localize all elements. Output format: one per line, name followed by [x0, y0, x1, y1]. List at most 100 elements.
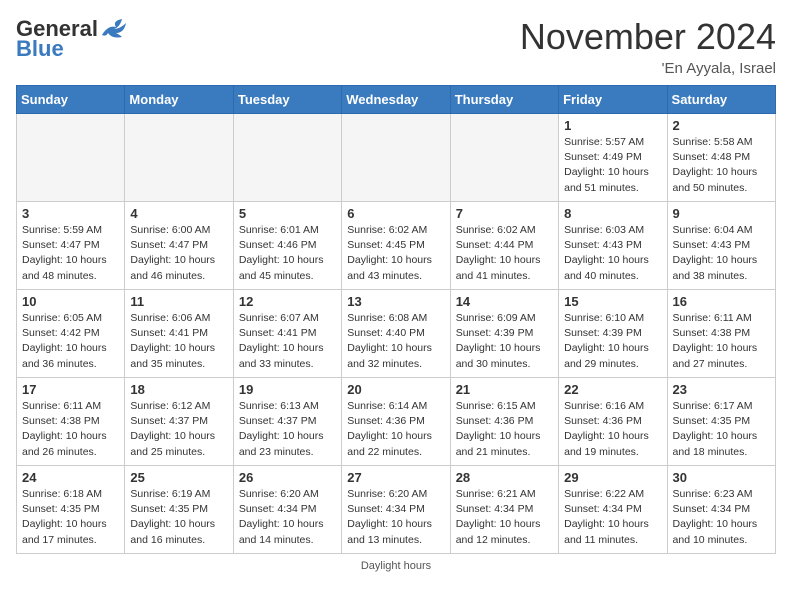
day-info: Sunrise: 6:19 AMSunset: 4:35 PMDaylight:…	[130, 487, 227, 548]
calendar-cell	[125, 114, 233, 202]
day-info: Sunrise: 6:02 AMSunset: 4:45 PMDaylight:…	[347, 223, 444, 284]
day-number: 2	[673, 118, 770, 133]
calendar-cell: 29Sunrise: 6:22 AMSunset: 4:34 PMDayligh…	[559, 466, 667, 554]
day-info: Sunrise: 6:11 AMSunset: 4:38 PMDaylight:…	[673, 311, 770, 372]
day-info: Sunrise: 6:08 AMSunset: 4:40 PMDaylight:…	[347, 311, 444, 372]
day-info: Sunrise: 6:13 AMSunset: 4:37 PMDaylight:…	[239, 399, 336, 460]
day-info: Sunrise: 6:00 AMSunset: 4:47 PMDaylight:…	[130, 223, 227, 284]
day-number: 7	[456, 206, 553, 221]
calendar-cell: 1 Sunrise: 5:57 AMSunset: 4:49 PMDaylight…	[559, 114, 667, 202]
calendar-cell: 16Sunrise: 6:11 AMSunset: 4:38 PMDayligh…	[667, 290, 775, 378]
calendar-cell: 22Sunrise: 6:16 AMSunset: 4:36 PMDayligh…	[559, 378, 667, 466]
day-info: Sunrise: 5:58 AMSunset: 4:48 PMDaylight:…	[673, 135, 770, 196]
page-header: General Blue November 2024 'En Ayyala, I…	[16, 16, 776, 77]
calendar-cell	[342, 114, 450, 202]
calendar-cell: 9 Sunrise: 6:04 AMSunset: 4:43 PMDaylight…	[667, 202, 775, 290]
calendar-cell	[233, 114, 341, 202]
day-info: Sunrise: 6:21 AMSunset: 4:34 PMDaylight:…	[456, 487, 553, 548]
day-info: Sunrise: 6:09 AMSunset: 4:39 PMDaylight:…	[456, 311, 553, 372]
calendar-cell	[450, 114, 558, 202]
day-info: Sunrise: 6:14 AMSunset: 4:36 PMDaylight:…	[347, 399, 444, 460]
calendar-week-row: 10 Sunrise: 6:05 AMSunset: 4:42 PMDayligh…	[17, 290, 776, 378]
day-info: Sunrise: 6:20 AMSunset: 4:34 PMDaylight:…	[239, 487, 336, 548]
day-number: 9	[673, 206, 770, 221]
day-info: Sunrise: 6:01 AMSunset: 4:46 PMDaylight:…	[239, 223, 336, 284]
calendar-cell: 20Sunrise: 6:14 AMSunset: 4:36 PMDayligh…	[342, 378, 450, 466]
calendar-cell: 12 Sunrise: 6:07 AMSunset: 4:41 PMDayligh…	[233, 290, 341, 378]
calendar-cell: 19 Sunrise: 6:13 AMSunset: 4:37 PMDayligh…	[233, 378, 341, 466]
weekday-header-row: SundayMondayTuesdayWednesdayThursdayFrid…	[17, 86, 776, 114]
day-number: 18	[130, 382, 227, 397]
day-info: Sunrise: 6:04 AMSunset: 4:43 PMDaylight:…	[673, 223, 770, 284]
day-number: 25	[130, 470, 227, 485]
day-info: Sunrise: 5:59 AMSunset: 4:47 PMDaylight:…	[22, 223, 119, 284]
weekday-header-wednesday: Wednesday	[342, 86, 450, 114]
calendar-cell: 11Sunrise: 6:06 AMSunset: 4:41 PMDayligh…	[125, 290, 233, 378]
calendar-cell: 8 Sunrise: 6:03 AMSunset: 4:43 PMDaylight…	[559, 202, 667, 290]
daylight-label: Daylight hours	[361, 560, 431, 572]
day-number: 13	[347, 294, 444, 309]
day-info: Sunrise: 6:17 AMSunset: 4:35 PMDaylight:…	[673, 399, 770, 460]
day-number: 10	[22, 294, 119, 309]
day-info: Sunrise: 6:02 AMSunset: 4:44 PMDaylight:…	[456, 223, 553, 284]
day-number: 4	[130, 206, 227, 221]
day-number: 17	[22, 382, 119, 397]
calendar-week-row: 17 Sunrise: 6:11 AMSunset: 4:38 PMDayligh…	[17, 378, 776, 466]
day-info: Sunrise: 6:07 AMSunset: 4:41 PMDaylight:…	[239, 311, 336, 372]
day-info: Sunrise: 6:06 AMSunset: 4:41 PMDaylight:…	[130, 311, 227, 372]
calendar-cell: 3 Sunrise: 5:59 AMSunset: 4:47 PMDaylight…	[17, 202, 125, 290]
calendar-week-row: 1 Sunrise: 5:57 AMSunset: 4:49 PMDaylight…	[17, 114, 776, 202]
day-number: 5	[239, 206, 336, 221]
calendar-cell: 15 Sunrise: 6:10 AMSunset: 4:39 PMDayligh…	[559, 290, 667, 378]
day-info: Sunrise: 6:05 AMSunset: 4:42 PMDaylight:…	[22, 311, 119, 372]
calendar-cell: 6 Sunrise: 6:02 AMSunset: 4:45 PMDaylight…	[342, 202, 450, 290]
calendar-cell: 28 Sunrise: 6:21 AMSunset: 4:34 PMDayligh…	[450, 466, 558, 554]
weekday-header-thursday: Thursday	[450, 86, 558, 114]
weekday-header-saturday: Saturday	[667, 86, 775, 114]
day-number: 8	[564, 206, 661, 221]
calendar-week-row: 24 Sunrise: 6:18 AMSunset: 4:35 PMDayligh…	[17, 466, 776, 554]
day-info: Sunrise: 6:20 AMSunset: 4:34 PMDaylight:…	[347, 487, 444, 548]
day-number: 12	[239, 294, 336, 309]
calendar-cell: 5 Sunrise: 6:01 AMSunset: 4:46 PMDaylight…	[233, 202, 341, 290]
day-info: Sunrise: 5:57 AMSunset: 4:49 PMDaylight:…	[564, 135, 661, 196]
calendar-cell: 24 Sunrise: 6:18 AMSunset: 4:35 PMDayligh…	[17, 466, 125, 554]
day-number: 15	[564, 294, 661, 309]
day-info: Sunrise: 6:18 AMSunset: 4:35 PMDaylight:…	[22, 487, 119, 548]
day-number: 24	[22, 470, 119, 485]
footer-note: Daylight hours	[16, 560, 776, 572]
calendar-cell: 23 Sunrise: 6:17 AMSunset: 4:35 PMDayligh…	[667, 378, 775, 466]
calendar-cell: 10 Sunrise: 6:05 AMSunset: 4:42 PMDayligh…	[17, 290, 125, 378]
day-number: 1	[564, 118, 661, 133]
day-info: Sunrise: 6:03 AMSunset: 4:43 PMDaylight:…	[564, 223, 661, 284]
calendar-cell: 2 Sunrise: 5:58 AMSunset: 4:48 PMDaylight…	[667, 114, 775, 202]
day-info: Sunrise: 6:11 AMSunset: 4:38 PMDaylight:…	[22, 399, 119, 460]
day-number: 28	[456, 470, 553, 485]
calendar-cell: 7 Sunrise: 6:02 AMSunset: 4:44 PMDaylight…	[450, 202, 558, 290]
day-info: Sunrise: 6:12 AMSunset: 4:37 PMDaylight:…	[130, 399, 227, 460]
calendar-cell: 26 Sunrise: 6:20 AMSunset: 4:34 PMDayligh…	[233, 466, 341, 554]
calendar-cell: 21Sunrise: 6:15 AMSunset: 4:36 PMDayligh…	[450, 378, 558, 466]
day-number: 26	[239, 470, 336, 485]
weekday-header-tuesday: Tuesday	[233, 86, 341, 114]
day-number: 3	[22, 206, 119, 221]
day-info: Sunrise: 6:15 AMSunset: 4:36 PMDaylight:…	[456, 399, 553, 460]
calendar-week-row: 3 Sunrise: 5:59 AMSunset: 4:47 PMDaylight…	[17, 202, 776, 290]
day-number: 29	[564, 470, 661, 485]
day-number: 23	[673, 382, 770, 397]
calendar-cell: 25 Sunrise: 6:19 AMSunset: 4:35 PMDayligh…	[125, 466, 233, 554]
day-number: 27	[347, 470, 444, 485]
calendar-cell: 27 Sunrise: 6:20 AMSunset: 4:34 PMDayligh…	[342, 466, 450, 554]
weekday-header-monday: Monday	[125, 86, 233, 114]
calendar-cell: 13 Sunrise: 6:08 AMSunset: 4:40 PMDayligh…	[342, 290, 450, 378]
location: 'En Ayyala, Israel	[520, 60, 776, 77]
day-number: 22	[564, 382, 661, 397]
logo-blue-text: Blue	[16, 36, 64, 62]
day-number: 6	[347, 206, 444, 221]
weekday-header-friday: Friday	[559, 86, 667, 114]
calendar-cell	[17, 114, 125, 202]
month-title: November 2024	[520, 16, 776, 58]
calendar-cell: 4 Sunrise: 6:00 AMSunset: 4:47 PMDaylight…	[125, 202, 233, 290]
day-number: 19	[239, 382, 336, 397]
day-info: Sunrise: 6:10 AMSunset: 4:39 PMDaylight:…	[564, 311, 661, 372]
